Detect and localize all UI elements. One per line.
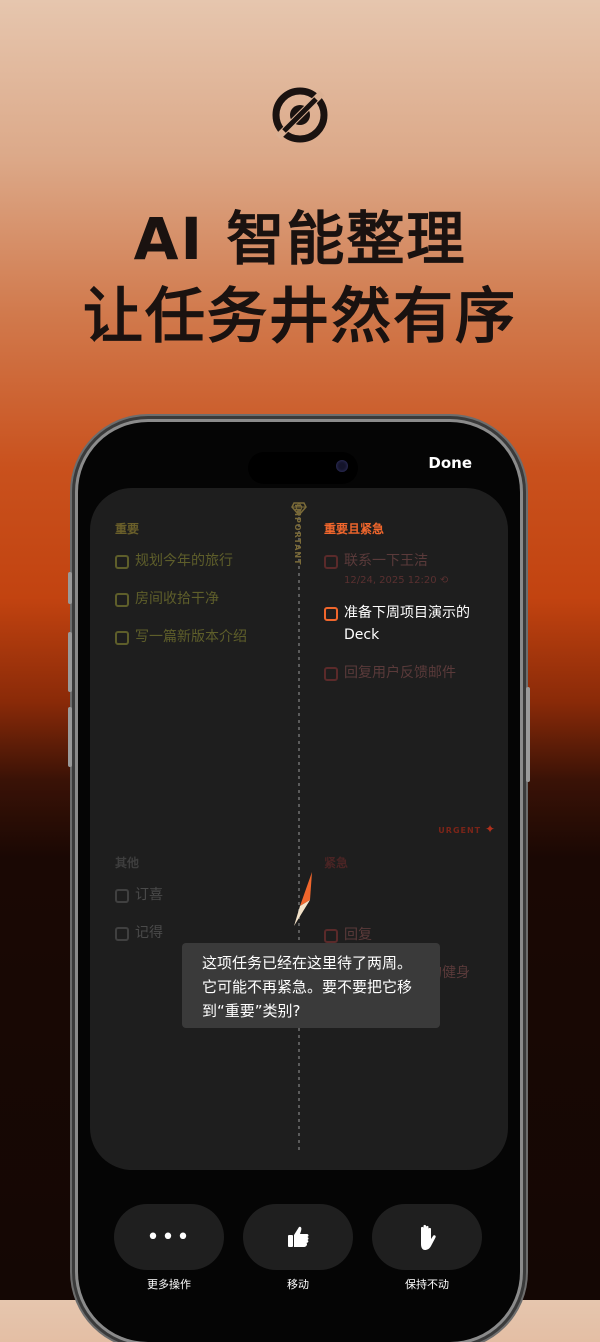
quadrant-title-other: 其他 (115, 856, 140, 870)
raised-hand-icon (372, 1204, 482, 1270)
task-checkbox[interactable] (115, 927, 129, 941)
tooltip-line: 这项任务已经在这里待了两周。 (202, 954, 413, 972)
phone-frame: Done IMPORTANT URGENT ✦ 重要 规划今年的旅行 房间收拾干… (68, 422, 530, 1342)
task-item[interactable]: 联系一下王洁 12/24, 2025 12:20 ⟲ (324, 550, 448, 592)
phone-volume-down (68, 707, 72, 767)
task-checkbox[interactable] (115, 889, 129, 903)
tooltip-line: 到“重要”类别? (202, 1002, 301, 1020)
task-label: 订喜 (135, 887, 163, 903)
task-item[interactable]: 写一篇新版本介绍 (115, 626, 247, 648)
task-label: 准备下周项目演示的 (344, 605, 470, 621)
phone-action-button (68, 572, 72, 604)
tooltip-line: 它可能不再紧急。要不要把它移 (202, 978, 413, 996)
more-dots-icon: ••• (146, 1224, 192, 1250)
keep-button[interactable] (372, 1204, 482, 1270)
task-label: 联系一下王洁 (344, 553, 428, 569)
task-checkbox[interactable] (115, 593, 129, 607)
task-item[interactable]: 规划今年的旅行 (115, 550, 233, 572)
task-label: 房间收拾干净 (135, 591, 219, 607)
task-checkbox[interactable] (115, 631, 129, 645)
task-checkbox[interactable] (324, 929, 338, 943)
urgent-star-icon: ✦ (484, 822, 496, 836)
quadrant-title-important-urgent: 重要且紧急 (324, 522, 385, 536)
headline-line-2: 让任务井然有序 (83, 282, 517, 352)
task-checkbox[interactable] (115, 555, 129, 569)
eisenhower-matrix-card: IMPORTANT URGENT ✦ 重要 规划今年的旅行 房间收拾干净 写一篇… (90, 488, 508, 1170)
phone-power-button (526, 687, 530, 782)
keep-label: 保持不动 (405, 1278, 449, 1291)
task-due-date: 12/24, 2025 12:20 ⟲ (344, 575, 449, 586)
task-label: 回复用户反馈邮件 (344, 665, 456, 681)
more-actions-label: 更多操作 (147, 1278, 191, 1291)
headline-line-1: AI 智能整理 (133, 205, 467, 273)
task-item[interactable]: 记得 (115, 922, 163, 944)
ai-suggestion-tooltip: 这项任务已经在这里待了两周。 它可能不再紧急。要不要把它移 到“重要”类别? (182, 943, 440, 1028)
task-item-highlighted[interactable]: 准备下周项目演示的 Deck (324, 602, 470, 646)
task-label-cont: Deck (344, 627, 380, 643)
task-label: 写一篇新版本介绍 (135, 629, 247, 645)
quadrant-title-important: 重要 (115, 522, 140, 536)
task-item[interactable]: 房间收拾干净 (115, 588, 219, 610)
app-logo-icon (272, 87, 328, 143)
task-label: 记得 (135, 925, 163, 941)
quadrant-title-urgent: 紧急 (324, 856, 349, 870)
vertical-axis-divider (298, 510, 300, 1150)
done-button[interactable]: Done (428, 454, 472, 472)
urgent-axis-label: URGENT ✦ (438, 822, 496, 836)
task-item[interactable]: 订喜 (115, 884, 163, 906)
task-checkbox[interactable] (324, 607, 338, 621)
task-item[interactable]: 回复用户反馈邮件 (324, 662, 456, 684)
compass-needle-icon (294, 872, 312, 926)
camera-dot (336, 460, 348, 472)
task-checkbox[interactable] (324, 667, 338, 681)
more-actions-button[interactable]: ••• (114, 1204, 224, 1270)
task-checkbox[interactable] (324, 555, 338, 569)
move-button[interactable] (243, 1204, 353, 1270)
repeat-icon: ⟲ (439, 575, 449, 586)
thumbs-up-icon (243, 1204, 353, 1270)
task-label: 规划今年的旅行 (135, 553, 233, 569)
important-axis-label: IMPORTANT (293, 504, 302, 566)
phone-volume-up (68, 632, 72, 692)
move-label: 移动 (287, 1278, 309, 1291)
